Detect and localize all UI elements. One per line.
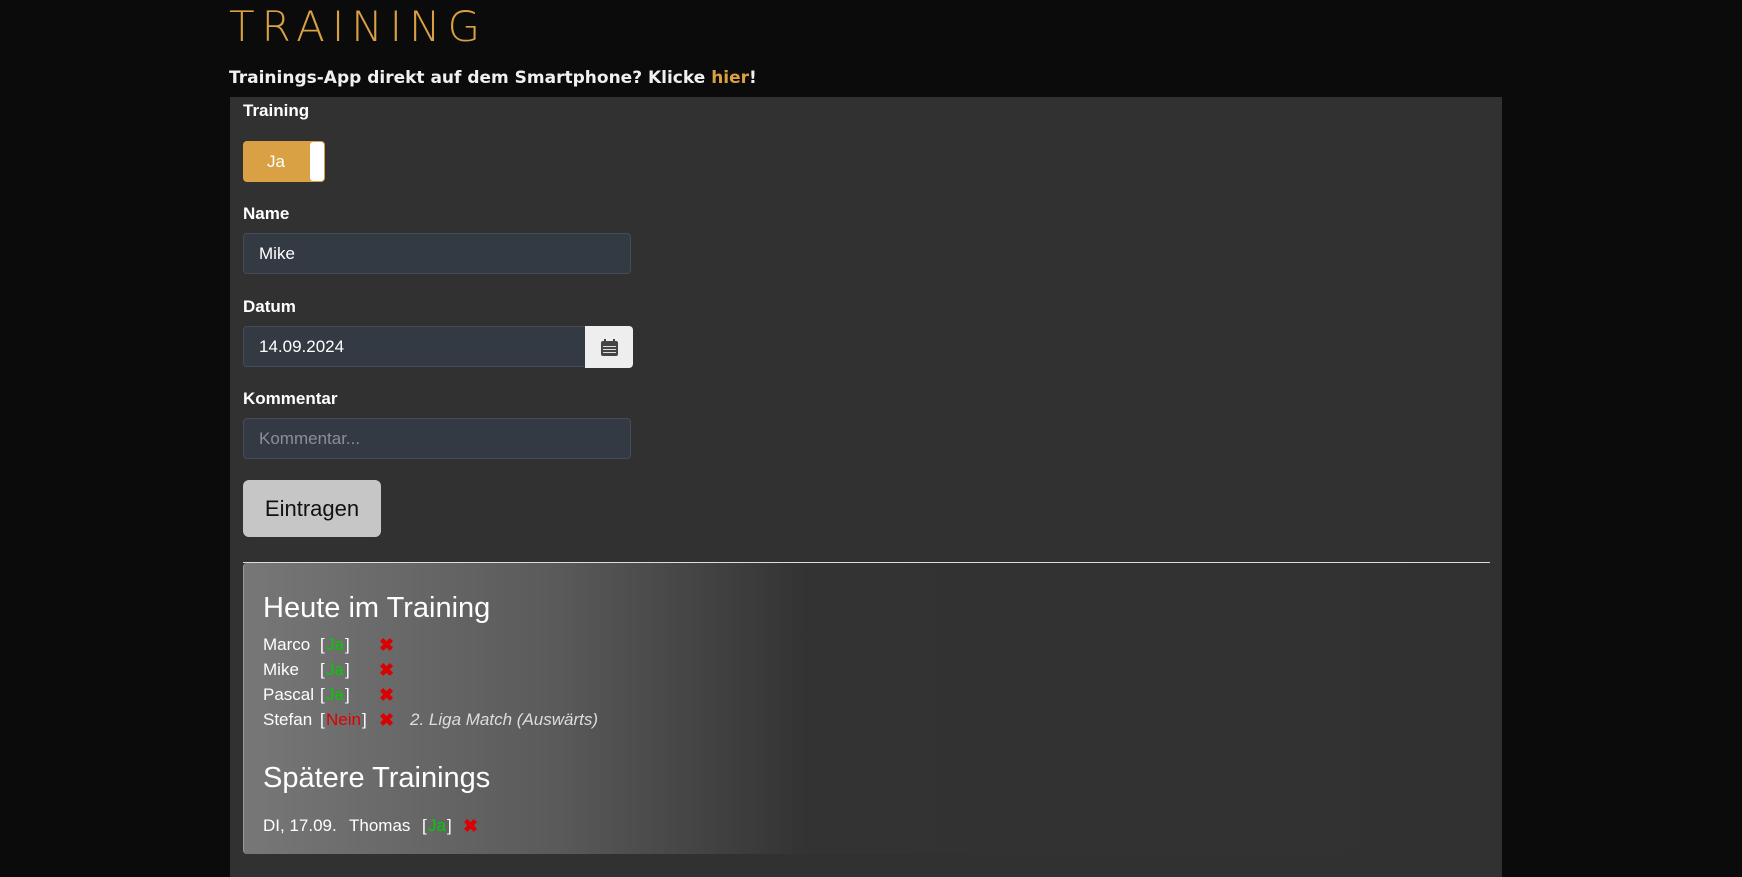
promo-link[interactable]: hier [711,68,749,88]
comment-input[interactable]: Kommentar... [243,418,631,459]
calendar-button[interactable] [585,326,633,368]
comment-label: Kommentar [243,389,338,408]
bracket-close: ] [345,635,350,654]
training-label: Training [243,101,310,120]
bracket-close: ] [362,710,367,729]
entry-name: Marco [263,635,311,654]
page-title: TRAINING [229,2,488,51]
status-badge: Ja [326,685,344,704]
entry-date: DI, 17.09. [263,816,337,835]
training-toggle[interactable]: Ja [243,141,325,182]
entry-name: Thomas [349,816,411,835]
bracket-close: ] [345,660,350,679]
entry-name: Stefan [263,710,313,729]
bracket-open: [ [320,660,325,679]
bracket-open: [ [320,635,325,654]
status-badge: Ja [428,816,446,835]
delete-icon[interactable]: ✖ [379,685,394,706]
submit-button[interactable]: Eintragen [243,480,381,537]
training-list-box: Heute im Training Marco[Ja] ✖ Mike[Ja] ✖ Pas… [243,563,1491,854]
later-heading: Spätere Trainings [263,762,491,794]
delete-icon[interactable]: ✖ [463,816,478,837]
status-badge: Nein [326,710,361,729]
promo-text: Trainings-App direkt auf dem Smartphone?… [229,68,712,88]
toggle-label: Ja [267,152,285,171]
promo-end: ! [749,68,757,88]
delete-icon[interactable]: ✖ [379,635,394,656]
entry-name: Mike [263,660,299,679]
today-heading: Heute im Training [263,592,491,624]
entry-name: Pascal [263,685,315,704]
name-label: Name [243,204,290,223]
bracket-open: [ [320,685,325,704]
delete-icon[interactable]: ✖ [379,660,394,681]
bracket-open: [ [422,816,427,835]
bracket-close: ] [345,685,350,704]
bracket-close: ] [447,816,452,835]
date-input[interactable]: 14.09.2024 [243,326,587,367]
name-input[interactable]: Mike [243,233,631,274]
bracket-open: [ [320,710,325,729]
calendar-icon [600,338,618,356]
status-badge: Ja [326,635,344,654]
form-panel: Training Ja Name Mike Datum 14.09.2024 K… [230,97,1502,877]
date-label: Datum [243,297,296,316]
toggle-knob [310,142,324,181]
entry-comment: 2. Liga Match (Auswärts) [410,710,599,729]
delete-icon[interactable]: ✖ [379,710,394,731]
status-badge: Ja [326,660,344,679]
app-promo: Trainings-App direkt auf dem Smartphone?… [229,68,757,88]
